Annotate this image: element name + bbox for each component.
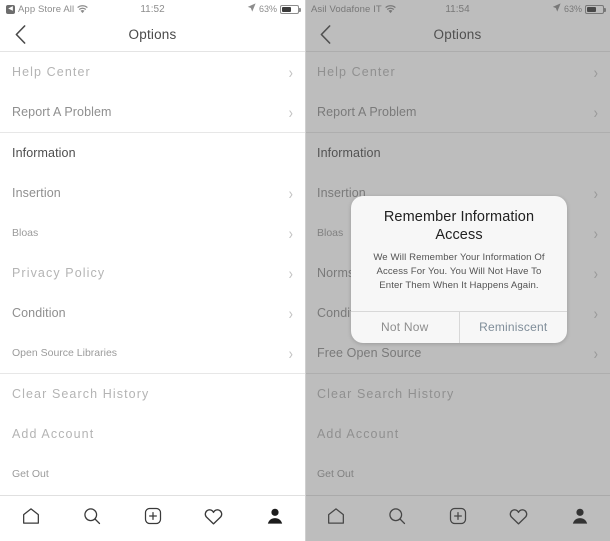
list-item[interactable]: Clear Search History (0, 374, 305, 414)
tab-home[interactable] (7, 500, 55, 538)
list-item-label: Open Source Libraries (12, 347, 118, 359)
list-item[interactable]: Bloas › (0, 213, 305, 253)
status-bar-right: 63% (247, 3, 301, 15)
section-header: Information (0, 133, 305, 173)
chevron-right-icon: › (288, 223, 293, 243)
status-bar: ◀ App Store All 11:52 63% (0, 0, 305, 18)
tab-profile[interactable] (251, 500, 299, 538)
tab-add[interactable] (129, 500, 177, 538)
list-item[interactable]: Get Out (0, 454, 305, 494)
remember-button[interactable]: Reminiscent (460, 312, 568, 343)
list-item[interactable]: Open Source Libraries › (0, 333, 305, 373)
list-item[interactable]: Add Account (0, 414, 305, 454)
phone-screen-right: Asil Vodafone IT 11:54 63% Options Help … (305, 0, 610, 541)
page-title: Options (128, 27, 177, 42)
list-item-label: Add Account (12, 427, 95, 441)
list-item[interactable]: Report A Problem › (0, 92, 305, 132)
list-item-label: Information (12, 146, 76, 160)
chevron-right-icon: › (288, 303, 293, 323)
list-item-label: Help Center (12, 65, 91, 79)
profile-icon (265, 506, 285, 531)
list-item[interactable]: Privacy Policy › (0, 253, 305, 293)
nav-bar: Options (0, 18, 305, 52)
remember-info-dialog: Remember Information Access We Will Reme… (351, 196, 567, 343)
phone-screen-left: ◀ App Store All 11:52 63% Options Help C (0, 0, 305, 541)
dialog-body: Remember Information Access We Will Reme… (351, 196, 567, 311)
location-arrow-icon (247, 3, 256, 15)
list-item-label: Insertion (12, 186, 61, 200)
screenshot-stage: ◀ App Store All 11:52 63% Options Help C (0, 0, 610, 541)
battery-icon (280, 4, 301, 14)
tab-activity[interactable] (190, 500, 238, 538)
heart-icon (203, 506, 224, 532)
chevron-right-icon: › (288, 102, 293, 122)
tab-bar[interactable] (0, 495, 305, 541)
add-icon (143, 506, 163, 531)
list-item-label: Report A Problem (12, 105, 112, 119)
list-item-label: Condition (12, 306, 66, 320)
dialog-title: Remember Information Access (383, 209, 535, 244)
list-item-label: Bloas (12, 227, 39, 239)
chevron-right-icon: › (288, 62, 293, 82)
list-item[interactable]: Help Center › (0, 52, 305, 92)
panel-divider (305, 0, 306, 541)
list-item-label: Get Out (12, 468, 49, 480)
search-icon (82, 506, 102, 531)
list-item-label: Privacy Policy (12, 266, 106, 280)
list-item[interactable]: Condition › (0, 293, 305, 333)
list-item-label: Clear Search History (12, 387, 150, 401)
home-icon (21, 506, 41, 531)
chevron-right-icon: › (288, 263, 293, 283)
tab-search[interactable] (68, 500, 116, 538)
battery-percent-label: 63% (258, 4, 277, 14)
chevron-right-icon: › (288, 183, 293, 203)
list-item[interactable]: Insertion › (0, 173, 305, 213)
dialog-actions: Not Now Reminiscent (351, 310, 568, 343)
dialog-message: We Will Remember Your Information Of Acc… (373, 252, 545, 292)
options-list: Help Center › Report A Problem › Information… (0, 52, 305, 494)
not-now-button[interactable]: Not Now (351, 312, 459, 343)
chevron-right-icon: › (288, 343, 293, 363)
